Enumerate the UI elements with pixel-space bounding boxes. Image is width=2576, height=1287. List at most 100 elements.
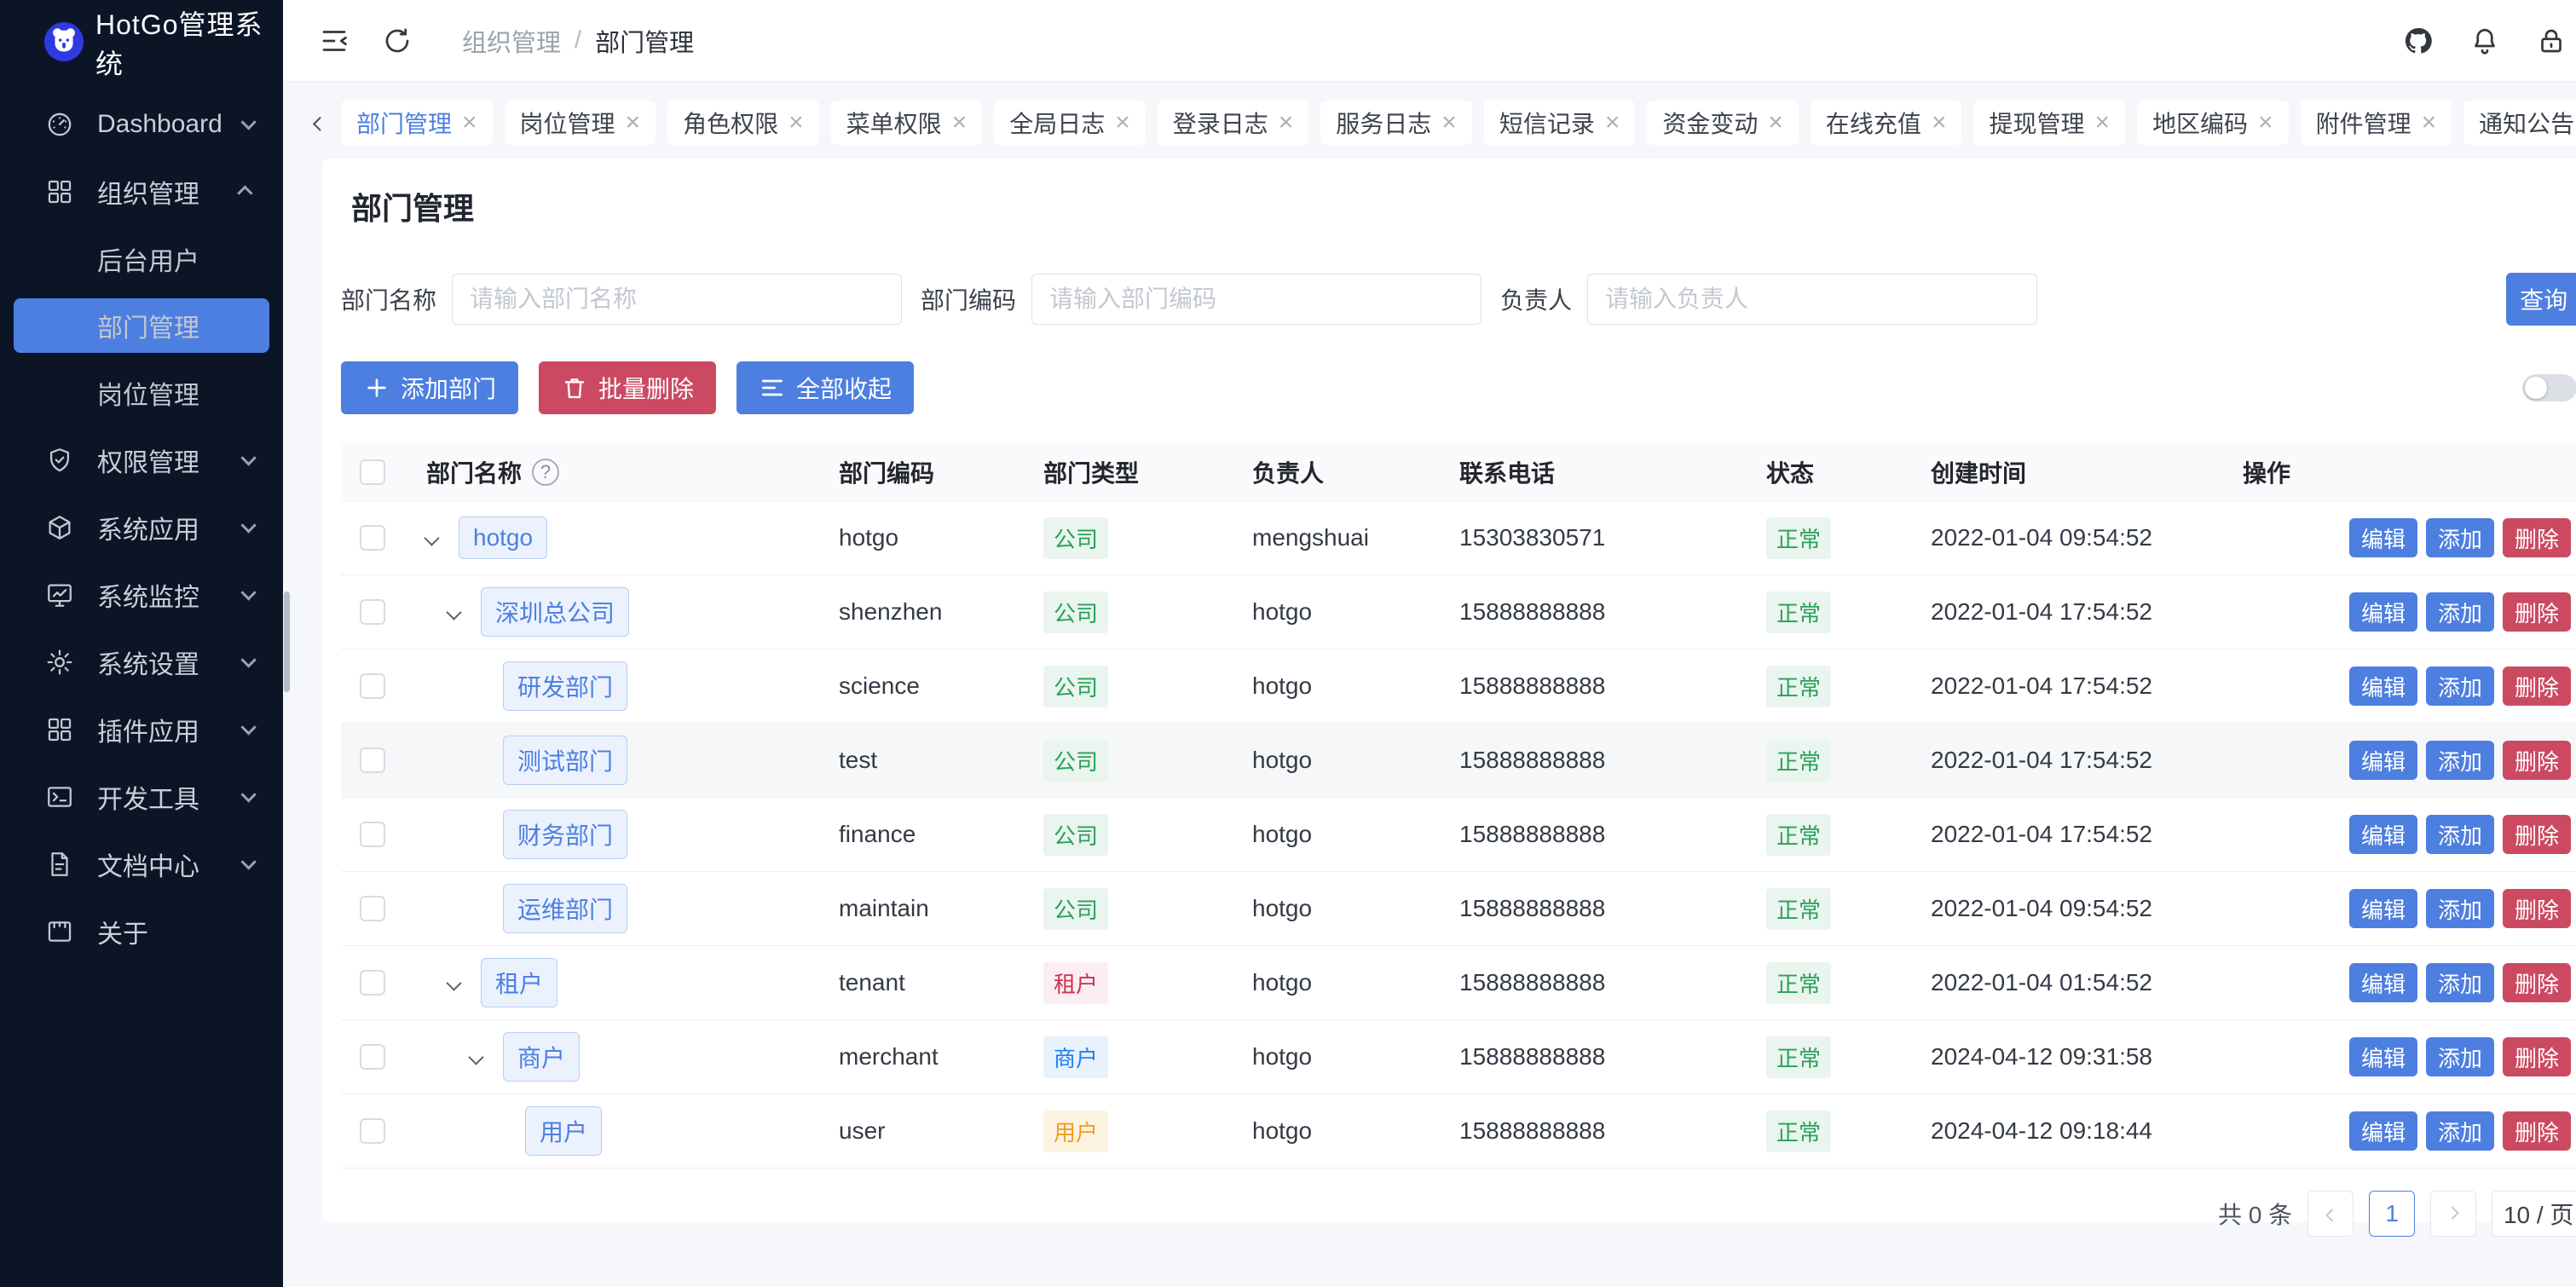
edit-button[interactable]: 编辑 — [2349, 1037, 2417, 1076]
add-button[interactable]: 添加 — [2426, 815, 2494, 854]
tab-close-icon[interactable] — [2258, 110, 2273, 136]
row-checkbox[interactable] — [360, 673, 385, 699]
sidebar-item[interactable]: 系统设置 — [0, 628, 283, 695]
add-button[interactable]: 添加 — [2426, 518, 2494, 557]
search-input[interactable] — [452, 274, 902, 325]
add-department-button[interactable]: 添加部门 — [341, 361, 518, 414]
sidebar-scrollbar[interactable] — [284, 592, 290, 692]
tab-close-icon[interactable] — [952, 110, 967, 136]
expand-arrow-icon[interactable] — [471, 681, 503, 692]
row-checkbox[interactable] — [360, 1044, 385, 1070]
sidebar-item[interactable]: 组织管理 — [0, 158, 283, 225]
department-name-tag[interactable]: 租户 — [481, 958, 557, 1007]
add-button[interactable]: 添加 — [2426, 741, 2494, 780]
tab[interactable]: 附件管理 — [2301, 101, 2452, 145]
table-row[interactable]: 深圳总公司 shenzhen 公司 hotgo 15888888888 正常 2… — [341, 575, 2576, 649]
table-row[interactable]: 租户 tenant 租户 hotgo 15888888888 正常 2022-0… — [341, 946, 2576, 1020]
delete-button[interactable]: 删除 — [2503, 1111, 2571, 1151]
tab[interactable]: 通知公告 — [2463, 101, 2576, 145]
page-size-select[interactable]: 10 / 页 — [2492, 1191, 2576, 1237]
department-name-tag[interactable]: 财务部门 — [503, 810, 627, 859]
delete-button[interactable]: 删除 — [2503, 963, 2571, 1002]
tab[interactable]: 短信记录 — [1484, 101, 1636, 145]
tab[interactable]: 登录日志 — [1158, 101, 1309, 145]
tab-close-icon[interactable] — [1279, 110, 1294, 136]
breadcrumb-parent[interactable]: 组织管理 — [462, 23, 561, 59]
sidebar-item[interactable]: 系统监控 — [0, 561, 283, 628]
department-name-tag[interactable]: 商户 — [503, 1032, 580, 1082]
add-button[interactable]: 添加 — [2426, 1111, 2494, 1151]
tab[interactable]: 在线充值 — [1811, 101, 1962, 145]
delete-button[interactable]: 删除 — [2503, 741, 2571, 780]
tab[interactable]: 部门管理 — [341, 101, 493, 145]
app-logo[interactable]: HotGo管理系统 — [0, 0, 283, 73]
collapse-all-button[interactable]: 全部收起 — [736, 361, 914, 414]
department-name-tag[interactable]: 研发部门 — [503, 661, 627, 711]
delete-button[interactable]: 删除 — [2503, 815, 2571, 854]
delete-button[interactable]: 删除 — [2503, 889, 2571, 928]
row-checkbox[interactable] — [360, 896, 385, 921]
tab[interactable]: 地区编码 — [2137, 101, 2289, 145]
sidebar-item[interactable]: Dashboard — [0, 90, 283, 158]
sidebar-item[interactable]: 部门管理 — [14, 298, 269, 353]
lock-icon[interactable] — [2534, 24, 2568, 58]
bell-icon[interactable] — [2468, 24, 2502, 58]
prev-page-button[interactable] — [2307, 1191, 2354, 1237]
tab[interactable]: 角色权限 — [667, 101, 819, 145]
select-all-checkbox[interactable] — [360, 459, 385, 485]
sidebar-item[interactable]: 岗位管理 — [0, 359, 283, 426]
search-input[interactable] — [1587, 274, 2037, 325]
table-row[interactable]: 测试部门 test 公司 hotgo 15888888888 正常 2022-0… — [341, 724, 2576, 798]
tab-close-icon[interactable] — [1768, 110, 1783, 136]
edit-button[interactable]: 编辑 — [2349, 667, 2417, 706]
row-checkbox[interactable] — [360, 525, 385, 551]
expand-arrow-icon[interactable] — [471, 755, 503, 766]
add-button[interactable]: 添加 — [2426, 667, 2494, 706]
batch-delete-button[interactable]: 批量删除 — [539, 361, 716, 414]
tab-close-icon[interactable] — [2422, 110, 2437, 136]
edit-button[interactable]: 编辑 — [2349, 741, 2417, 780]
table-row[interactable]: 用户 user 用户 hotgo 15888888888 正常 2024-04-… — [341, 1094, 2576, 1169]
tab[interactable]: 提现管理 — [1973, 101, 2125, 145]
delete-button[interactable]: 删除 — [2503, 518, 2571, 557]
expand-arrow-icon[interactable] — [448, 607, 481, 618]
delete-button[interactable]: 删除 — [2503, 1037, 2571, 1076]
add-button[interactable]: 添加 — [2426, 592, 2494, 632]
next-page-button[interactable] — [2430, 1191, 2476, 1237]
table-row[interactable]: 商户 merchant 商户 hotgo 15888888888 正常 2024… — [341, 1020, 2576, 1094]
expand-arrow-icon[interactable] — [448, 978, 481, 989]
tab-close-icon[interactable] — [1605, 110, 1620, 136]
search-input[interactable] — [1031, 274, 1481, 325]
expand-arrow-icon[interactable] — [426, 533, 459, 544]
breadcrumb-current[interactable]: 部门管理 — [595, 23, 694, 59]
department-name-tag[interactable]: 用户 — [525, 1106, 602, 1156]
github-icon[interactable] — [2401, 24, 2435, 58]
tabs-scroll-left-icon[interactable] — [302, 101, 336, 145]
row-checkbox[interactable] — [360, 599, 385, 625]
department-name-tag[interactable]: 运维部门 — [503, 884, 627, 933]
tab[interactable]: 服务日志 — [1320, 101, 1472, 145]
sidebar-item[interactable]: 权限管理 — [0, 426, 283, 493]
refresh-icon[interactable] — [380, 24, 414, 58]
table-row[interactable]: 研发部门 science 公司 hotgo 15888888888 正常 202… — [341, 649, 2576, 724]
delete-button[interactable]: 删除 — [2503, 667, 2571, 706]
department-name-tag[interactable]: 深圳总公司 — [481, 587, 629, 637]
row-checkbox[interactable] — [360, 1118, 385, 1144]
tab[interactable]: 菜单权限 — [831, 101, 983, 145]
collapse-menu-icon[interactable] — [317, 24, 351, 58]
department-name-tag[interactable]: hotgo — [459, 517, 547, 559]
help-icon[interactable] — [532, 459, 559, 486]
current-page-button[interactable]: 1 — [2369, 1191, 2415, 1237]
edit-button[interactable]: 编辑 — [2349, 815, 2417, 854]
tab-close-icon[interactable] — [1115, 110, 1130, 136]
expand-arrow-icon[interactable] — [471, 903, 503, 915]
tab-close-icon[interactable] — [626, 110, 641, 136]
tab-close-icon[interactable] — [2094, 110, 2110, 136]
delete-button[interactable]: 删除 — [2503, 592, 2571, 632]
add-button[interactable]: 添加 — [2426, 963, 2494, 1002]
row-checkbox[interactable] — [360, 747, 385, 773]
tab-close-icon[interactable] — [1932, 110, 1947, 136]
sidebar-item[interactable]: 文档中心 — [0, 830, 283, 897]
tab[interactable]: 全局日志 — [994, 101, 1146, 145]
department-name-tag[interactable]: 测试部门 — [503, 736, 627, 785]
